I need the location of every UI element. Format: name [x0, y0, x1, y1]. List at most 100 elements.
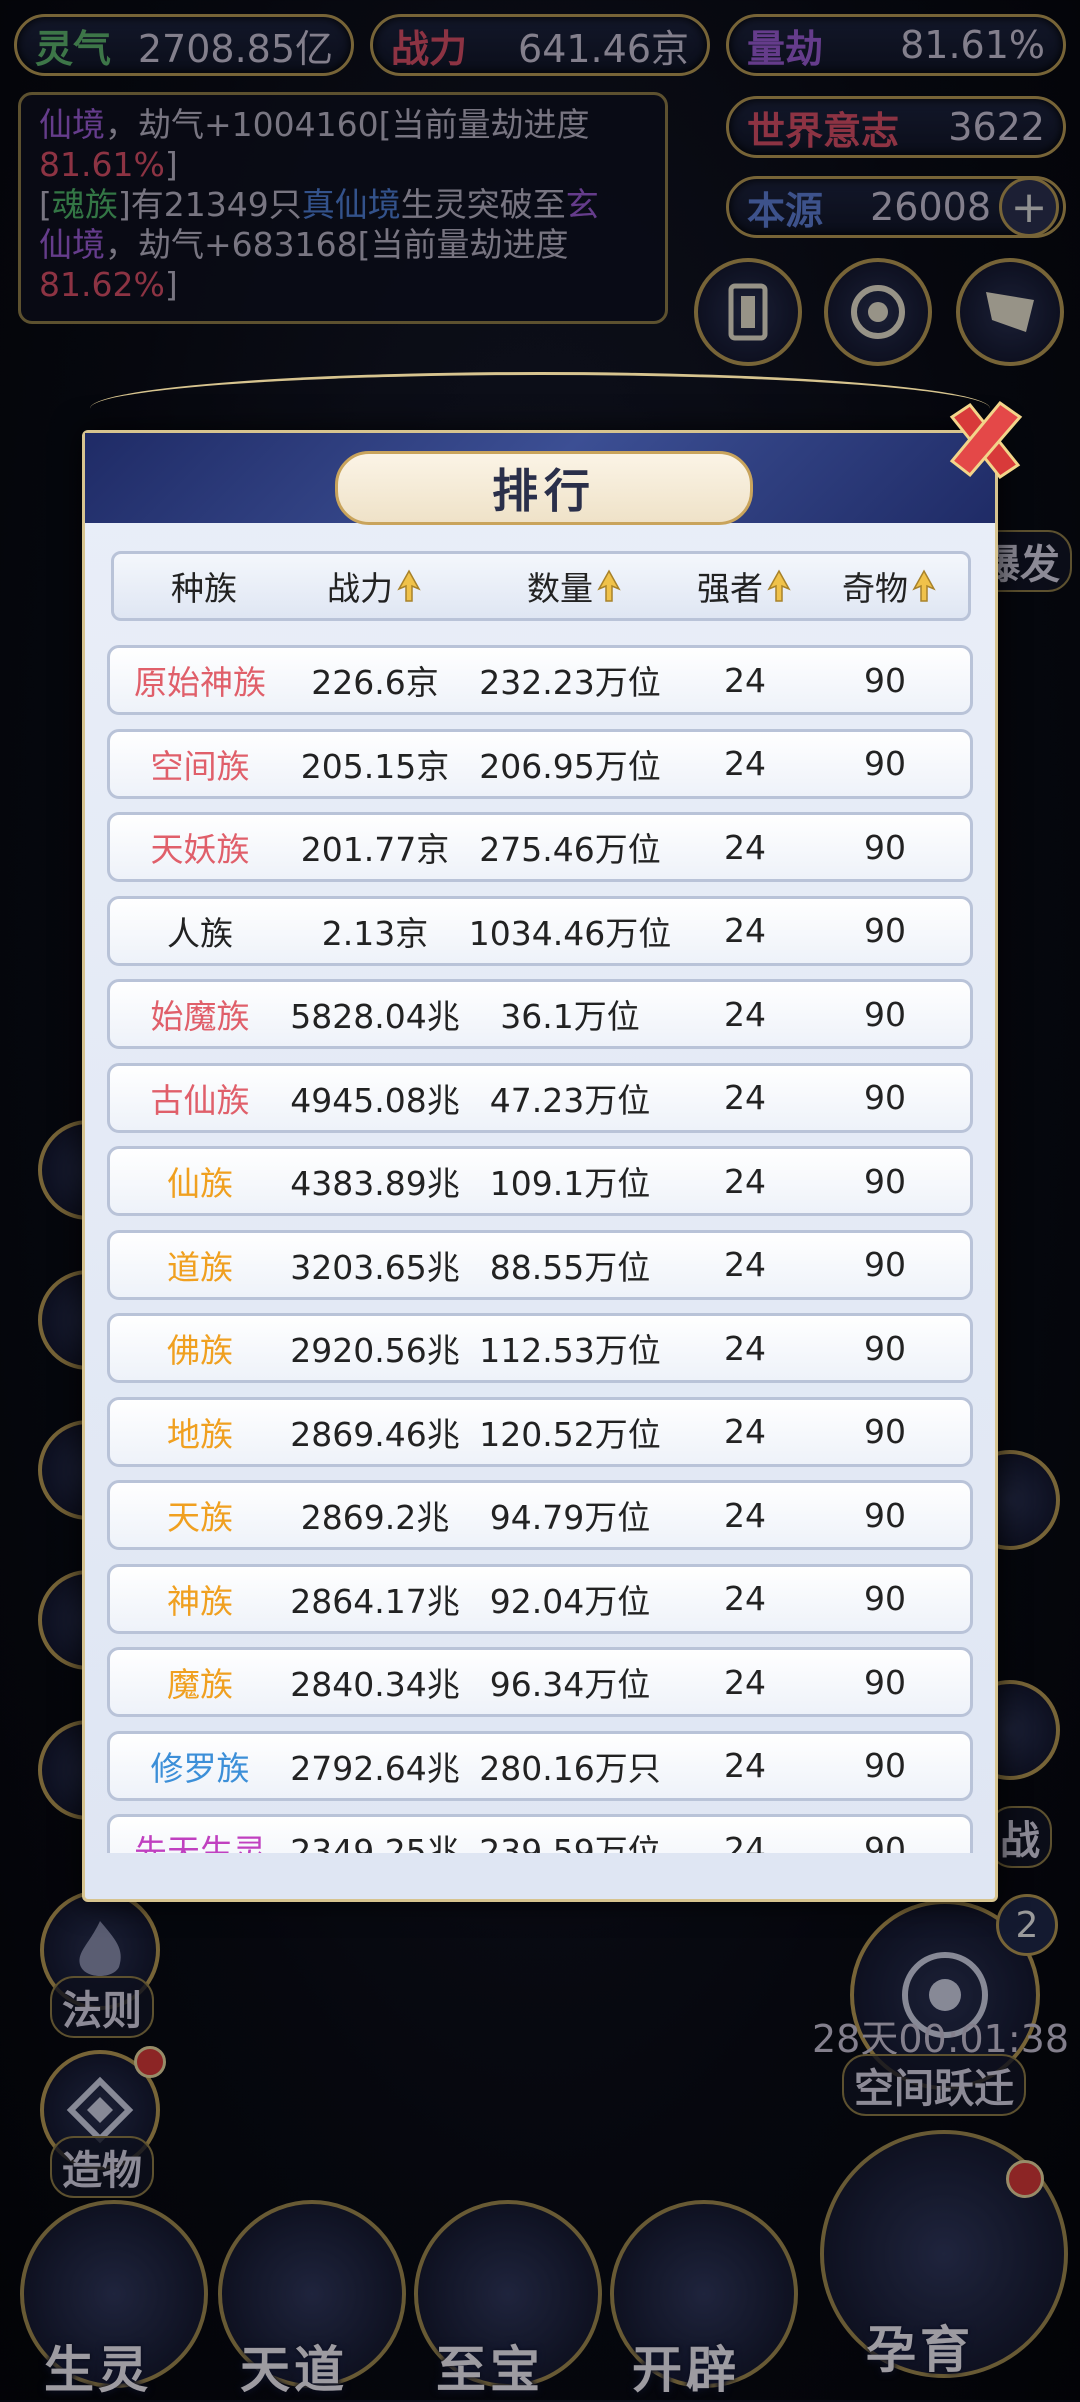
sort-by-strong[interactable]: 强者: [674, 554, 814, 618]
ranking-list[interactable]: 原始神族 226.6京 232.23万位 24 90 空间族 205.15京 206.95万位…: [107, 645, 975, 1853]
race-cell: 空间族: [150, 746, 250, 786]
table-row[interactable]: 先天生灵 2349.25兆 239.59万位 24 90: [107, 1814, 973, 1853]
dialog-title: 排行: [335, 451, 753, 525]
race-cell: 天族: [167, 1498, 233, 1537]
table-row[interactable]: 修罗族 2792.64兆 280.16万只 24 90: [107, 1730, 973, 1801]
power-cell: 2792.64兆: [290, 1748, 460, 1788]
count-cell: 88.55万位: [489, 1247, 651, 1287]
count-cell: 280.16万只: [479, 1748, 661, 1788]
power-cell: 5828.04兆: [290, 997, 460, 1036]
table-row[interactable]: 天妖族 201.77京 275.46万位 24 90: [107, 812, 973, 882]
race-cell: 修罗族: [150, 1748, 250, 1788]
table-row[interactable]: 仙族 4383.89兆 109.1万位 24 90: [107, 1146, 973, 1216]
strong-cell: 24: [724, 1662, 766, 1702]
race-cell: 古仙族: [150, 1080, 250, 1120]
count-cell: 112.53万位: [479, 1331, 661, 1370]
header-label: 种族: [171, 569, 237, 608]
strong-cell: 24: [724, 1078, 766, 1117]
sort-arrow-icon: [767, 569, 791, 602]
header-label: 奇物: [842, 569, 908, 608]
header-label: 数量: [527, 569, 593, 608]
table-row[interactable]: 天族 2869.2兆 94.79万位 24 90: [107, 1480, 973, 1550]
table-row[interactable]: 佛族 2920.56兆 112.53万位 24 90: [107, 1313, 973, 1383]
count-cell: 96.34万位: [489, 1665, 651, 1704]
strong-cell: 24: [724, 827, 766, 867]
power-cell: 3203.65兆: [290, 1247, 460, 1287]
count-cell: 275.46万位: [479, 830, 661, 869]
sort-arrow-icon: [397, 569, 421, 602]
table-row[interactable]: 人族 2.13京 1034.46万位 24 90: [107, 895, 973, 966]
race-cell: 天妖族: [150, 830, 250, 869]
items-cell: 90: [864, 1412, 906, 1451]
strong-cell: 24: [724, 1579, 766, 1618]
count-cell: 206.95万位: [479, 746, 661, 786]
count-cell: 239.59万位: [479, 1832, 661, 1853]
items-cell: 90: [864, 1662, 906, 1702]
strong-cell: 24: [724, 1829, 766, 1854]
power-cell: 226.6京: [311, 663, 439, 702]
table-row[interactable]: 始魔族 5828.04兆 36.1万位 24 90: [107, 979, 973, 1049]
sort-arrow-icon: [912, 569, 936, 602]
race-cell: 地族: [167, 1414, 233, 1454]
power-cell: 2.13京: [321, 913, 429, 953]
count-cell: 109.1万位: [489, 1164, 651, 1203]
items-cell: 90: [864, 1161, 906, 1201]
race-cell: 佛族: [167, 1331, 233, 1370]
race-cell: 魔族: [167, 1665, 233, 1704]
items-cell: 90: [864, 911, 906, 950]
count-cell: 36.1万位: [500, 997, 640, 1036]
sort-by-items[interactable]: 奇物: [814, 554, 964, 618]
power-cell: 2840.34兆: [290, 1665, 460, 1704]
table-row[interactable]: 空间族 205.15京 206.95万位 24 90: [107, 728, 973, 799]
count-cell: 94.79万位: [489, 1498, 651, 1537]
items-cell: 90: [864, 827, 906, 867]
power-cell: 205.15京: [300, 746, 450, 786]
race-cell: 神族: [167, 1581, 233, 1621]
strong-cell: 24: [724, 1495, 766, 1535]
close-icon: [949, 400, 1023, 480]
power-cell: 4945.08兆: [290, 1080, 460, 1120]
sort-arrow-icon: [597, 569, 621, 602]
count-cell: 232.23万位: [479, 663, 661, 702]
items-cell: 90: [864, 1495, 906, 1535]
race-cell: 仙族: [167, 1164, 233, 1203]
count-cell: 120.52万位: [479, 1414, 661, 1454]
power-cell: 201.77京: [300, 830, 450, 869]
strong-cell: 24: [724, 994, 766, 1034]
items-cell: 90: [864, 994, 906, 1034]
count-cell: 92.04万位: [489, 1581, 651, 1621]
table-row[interactable]: 道族 3203.65兆 88.55万位 24 90: [107, 1229, 973, 1300]
ranking-dialog: 排行 种族 战力 数量 强者 奇物 原始神族 226.6京 232.23万位 24 90…: [82, 430, 998, 1902]
table-row[interactable]: 神族 2864.17兆 92.04万位 24 90: [107, 1563, 973, 1634]
power-cell: 2349.25兆: [290, 1832, 460, 1853]
header-label: 战力: [327, 569, 393, 608]
items-cell: 90: [864, 1579, 906, 1618]
strong-cell: 24: [724, 660, 766, 700]
strong-cell: 24: [724, 1746, 766, 1785]
power-cell: 2869.46兆: [290, 1414, 460, 1454]
table-row[interactable]: 原始神族 226.6京 232.23万位 24 90: [107, 645, 973, 715]
table-header: 种族 战力 数量 强者 奇物: [111, 551, 971, 621]
power-cell: 2864.17兆: [290, 1581, 460, 1621]
sort-by-power[interactable]: 战力: [294, 554, 454, 618]
power-cell: 2920.56兆: [290, 1331, 460, 1370]
race-cell: 人族: [167, 913, 233, 953]
table-row[interactable]: 古仙族 4945.08兆 47.23万位 24 90: [107, 1062, 973, 1133]
strong-cell: 24: [724, 1412, 766, 1451]
items-cell: 90: [864, 660, 906, 700]
count-cell: 1034.46万位: [468, 913, 672, 953]
items-cell: 90: [864, 1328, 906, 1368]
close-button[interactable]: [940, 395, 1030, 485]
header-label: 强者: [697, 569, 763, 608]
items-cell: 90: [864, 1829, 906, 1854]
items-cell: 90: [864, 1078, 906, 1117]
sort-by-count[interactable]: 数量: [474, 554, 674, 618]
race-cell: 道族: [167, 1247, 233, 1287]
header-race: 种族: [114, 554, 294, 618]
strong-cell: 24: [724, 911, 766, 950]
table-row[interactable]: 魔族 2840.34兆 96.34万位 24 90: [107, 1647, 973, 1717]
table-row[interactable]: 地族 2869.46兆 120.52万位 24 90: [107, 1396, 973, 1467]
strong-cell: 24: [724, 1161, 766, 1201]
strong-cell: 24: [724, 1245, 766, 1284]
items-cell: 90: [864, 744, 906, 783]
